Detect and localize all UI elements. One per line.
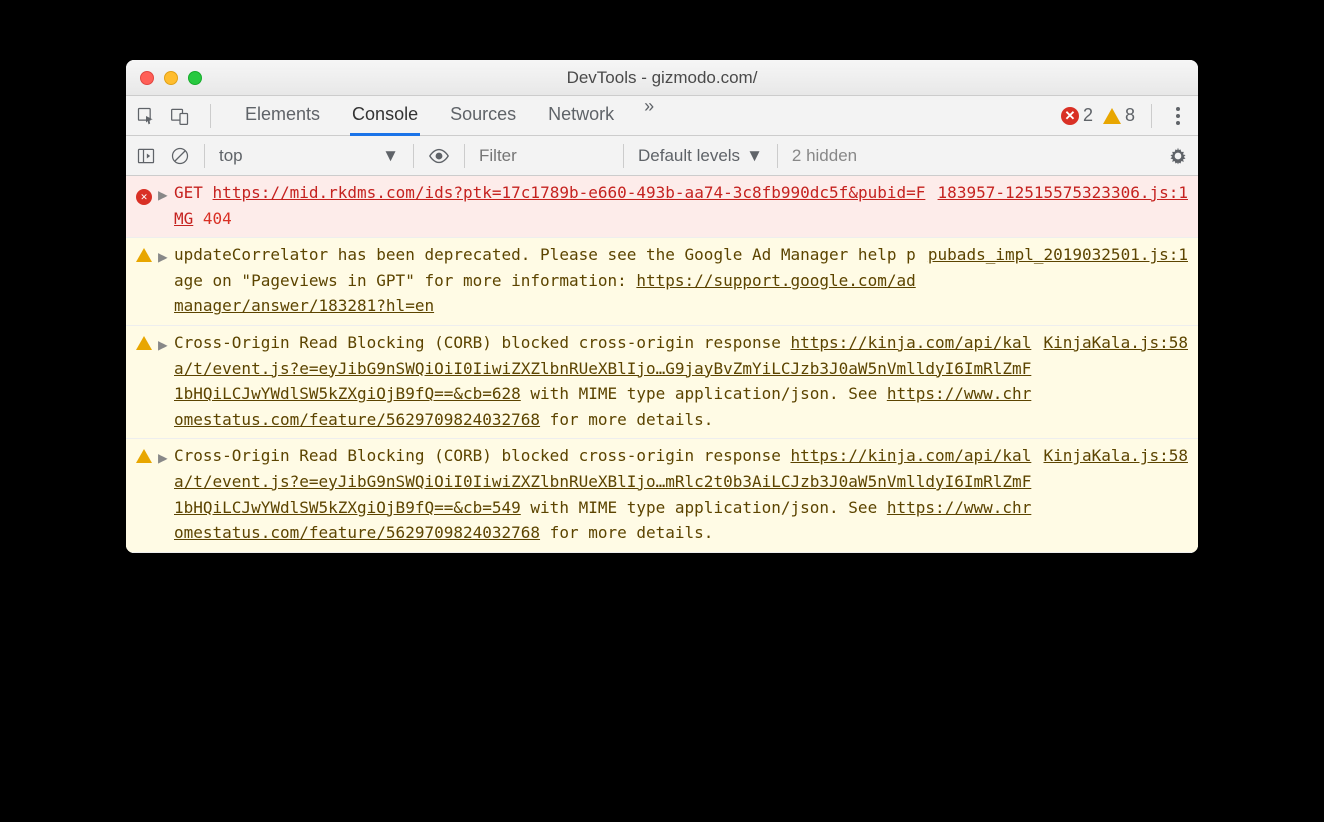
devtools-window: DevTools - gizmodo.com/ Elements Console…: [126, 60, 1198, 553]
filter-input[interactable]: [479, 146, 609, 166]
level-value: Default levels: [638, 146, 740, 166]
minimize-button[interactable]: [164, 71, 178, 85]
separator: [623, 144, 624, 168]
tab-network[interactable]: Network: [546, 96, 616, 135]
log-source-link[interactable]: pubads_impl_2019032501.js:1: [928, 242, 1188, 319]
hidden-count[interactable]: 2 hidden: [792, 146, 857, 166]
console-log-list: ✕ ▶ GET https://mid.rkdms.com/ids?ptk=17…: [126, 176, 1198, 553]
tabbar: Elements Console Sources Network » ✕ 2 8: [126, 96, 1198, 136]
tab-sources[interactable]: Sources: [448, 96, 518, 135]
error-icon: ✕: [136, 180, 158, 231]
log-text: Cross-Origin Read Blocking (CORB) blocke…: [174, 333, 791, 352]
separator: [777, 144, 778, 168]
log-text: Cross-Origin Read Blocking (CORB) blocke…: [174, 446, 791, 465]
tabbar-left: Elements Console Sources Network »: [136, 96, 651, 135]
log-text: with MIME type application/json. See: [521, 498, 887, 517]
tabs-overflow-icon[interactable]: »: [644, 96, 651, 135]
log-url[interactable]: https://mid.rkdms.com/ids?ptk=17c1789b-e…: [174, 183, 925, 228]
tabs: Elements Console Sources Network »: [243, 96, 651, 135]
tabbar-right: ✕ 2 8: [1061, 104, 1188, 128]
maximize-button[interactable]: [188, 71, 202, 85]
context-selector[interactable]: top ▼: [219, 146, 399, 166]
log-text: for more details.: [540, 410, 713, 429]
separator: [1151, 104, 1152, 128]
log-row-warning: ▶ Cross-Origin Read Blocking (CORB) bloc…: [126, 326, 1198, 439]
log-row-warning: ▶ updateCorrelator has been deprecated. …: [126, 238, 1198, 326]
inspect-icon[interactable]: [136, 106, 156, 126]
separator: [210, 104, 211, 128]
warning-count: 8: [1125, 105, 1135, 126]
warning-badge[interactable]: 8: [1103, 105, 1135, 126]
log-message: Cross-Origin Read Blocking (CORB) blocke…: [174, 330, 1044, 432]
log-row-error: ✕ ▶ GET https://mid.rkdms.com/ids?ptk=17…: [126, 176, 1198, 238]
tab-console[interactable]: Console: [350, 96, 420, 136]
log-level-selector[interactable]: Default levels ▼: [638, 146, 763, 166]
settings-icon[interactable]: [1168, 146, 1188, 166]
titlebar: DevTools - gizmodo.com/: [126, 60, 1198, 96]
dropdown-arrow-icon: ▼: [382, 146, 399, 166]
expand-toggle[interactable]: ▶: [158, 330, 174, 432]
log-text: with MIME type application/json. See: [521, 384, 887, 403]
warning-icon: [1103, 108, 1121, 124]
warning-icon: [136, 330, 158, 432]
separator: [464, 144, 465, 168]
expand-toggle[interactable]: ▶: [158, 443, 174, 545]
separator: [413, 144, 414, 168]
warning-icon: [136, 242, 158, 319]
traffic-lights: [126, 71, 202, 85]
error-badge[interactable]: ✕ 2: [1061, 105, 1093, 126]
log-row-warning: ▶ Cross-Origin Read Blocking (CORB) bloc…: [126, 439, 1198, 552]
log-method: GET: [174, 183, 203, 202]
close-button[interactable]: [140, 71, 154, 85]
log-source-link[interactable]: 183957-12515575323306.js:1: [938, 180, 1188, 231]
tab-elements[interactable]: Elements: [243, 96, 322, 135]
log-text: for more details.: [540, 523, 713, 542]
expand-toggle[interactable]: ▶: [158, 242, 174, 319]
window-title: DevTools - gizmodo.com/: [126, 68, 1198, 88]
device-toggle-icon[interactable]: [170, 106, 190, 126]
error-icon: ✕: [1061, 107, 1079, 125]
menu-icon[interactable]: [1168, 107, 1188, 125]
context-value: top: [219, 146, 243, 166]
log-message: Cross-Origin Read Blocking (CORB) blocke…: [174, 443, 1044, 545]
separator: [204, 144, 205, 168]
error-count: 2: [1083, 105, 1093, 126]
live-expression-icon[interactable]: [428, 145, 450, 167]
sidebar-toggle-icon[interactable]: [136, 146, 156, 166]
log-source-link[interactable]: KinjaKala.js:58: [1044, 330, 1189, 432]
log-message: GET https://mid.rkdms.com/ids?ptk=17c178…: [174, 180, 938, 231]
warning-icon: [136, 443, 158, 545]
clear-console-icon[interactable]: [170, 146, 190, 166]
expand-toggle[interactable]: ▶: [158, 180, 174, 231]
dropdown-arrow-icon: ▼: [746, 146, 763, 166]
console-toolbar: top ▼ Default levels ▼ 2 hidden: [126, 136, 1198, 176]
log-message: updateCorrelator has been deprecated. Pl…: [174, 242, 928, 319]
log-source-link[interactable]: KinjaKala.js:58: [1044, 443, 1189, 545]
log-status: 404: [203, 209, 232, 228]
